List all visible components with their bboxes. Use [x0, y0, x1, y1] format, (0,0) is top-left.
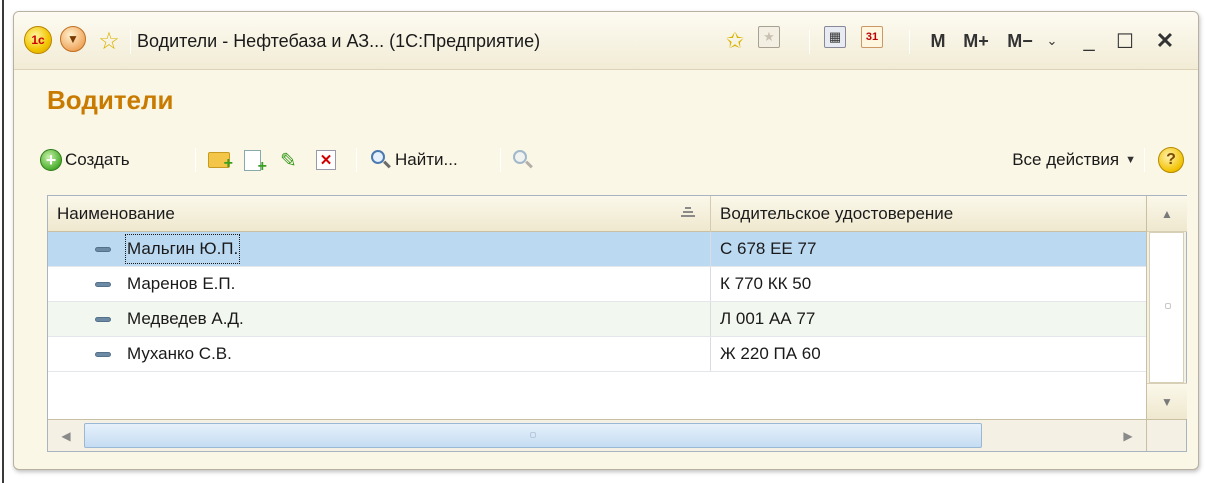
item-icon — [95, 317, 111, 322]
folder-add-icon — [208, 152, 233, 173]
cell-name: Муханко С.В. — [48, 337, 711, 371]
scrollbar-thumb[interactable] — [84, 423, 982, 448]
memory-add-button[interactable]: M+ — [958, 26, 994, 56]
vertical-scrollbar[interactable]: ▲ ▼ — [1146, 196, 1187, 419]
driver-license: Л 001 АА 77 — [720, 309, 816, 328]
scrollbar-corner — [1146, 419, 1186, 451]
favorites-disabled-icon: ★ — [758, 26, 780, 48]
item-icon — [95, 352, 111, 357]
driver-name: Муханко С.В. — [127, 344, 232, 363]
title-separator — [909, 30, 910, 54]
table-row[interactable]: Муханко С.В. Ж 220 ПА 60 — [48, 337, 1146, 372]
delete-icon: ✕ — [316, 150, 336, 170]
toolbar-separator — [500, 148, 501, 172]
command-bar: + Создать ✎ ✕ Найти... Все действия ▼ — [40, 142, 1188, 178]
find-button[interactable]: Найти... — [370, 145, 458, 175]
calendar-icon[interactable]: 31 — [861, 26, 883, 48]
driver-name: Маренов Е.П. — [127, 274, 236, 293]
toolbar-separator — [195, 148, 196, 172]
create-label: Создать — [65, 150, 130, 169]
driver-name: Медведев А.Д. — [127, 309, 244, 328]
scrollbar-thumb[interactable] — [1149, 232, 1184, 383]
main-menu-button[interactable]: ▼ — [60, 26, 86, 52]
help-icon: ? — [1158, 147, 1184, 173]
cancel-search-button — [512, 145, 538, 175]
create-group-button[interactable] — [208, 145, 234, 175]
title-separator — [809, 30, 810, 54]
driver-license: С 678 ЕЕ 77 — [720, 239, 817, 258]
add-to-favorites-icon[interactable]: ✩ — [721, 26, 749, 56]
memory-button[interactable]: M — [927, 26, 949, 56]
find-label: Найти... — [395, 150, 458, 169]
pencil-icon: ✎ — [280, 149, 297, 172]
app-logo-icon[interactable]: 1c — [24, 26, 52, 54]
create-button[interactable]: + Создать — [40, 145, 130, 175]
column-header-label: Наименование — [57, 204, 175, 223]
window-title: Водители - Нефтебаза и АЗ... (1С:Предпри… — [137, 31, 541, 51]
delete-button[interactable]: ✕ — [316, 145, 342, 175]
title-bar: 1c ▼ ☆ Водители - Нефтебаза и АЗ... (1С:… — [14, 12, 1198, 70]
toolbar-separator — [356, 148, 357, 172]
column-header-license[interactable]: Водительское удостоверение — [711, 196, 1146, 232]
all-actions-label: Все действия — [1012, 150, 1120, 169]
cell-name: Мальгин Ю.П. — [48, 232, 711, 266]
driver-license: Ж 220 ПА 60 — [720, 344, 821, 363]
driver-license: К 770 КК 50 — [720, 274, 812, 293]
horizontal-scrollbar[interactable]: ◀ ▶ — [48, 419, 1146, 451]
minimize-button[interactable]: _ — [1076, 26, 1102, 56]
app-window: 1c ▼ ☆ Водители - Нефтебаза и АЗ... (1С:… — [13, 11, 1199, 470]
table-row[interactable]: Мальгин Ю.П. С 678 ЕЕ 77 — [48, 232, 1146, 267]
memory-subtract-button[interactable]: M− — [1002, 26, 1038, 56]
maximize-button[interactable]: ☐ — [1110, 26, 1140, 56]
table-row[interactable]: Медведев А.Д. Л 001 АА 77 — [48, 302, 1146, 337]
chevron-down-icon: ▼ — [1125, 154, 1136, 166]
page-edge-left — [0, 0, 4, 483]
all-actions-menu[interactable]: Все действия ▼ — [1009, 145, 1136, 175]
magnifier-icon — [370, 149, 392, 171]
scroll-right-button[interactable]: ▶ — [1110, 420, 1146, 451]
favorites-star-icon[interactable]: ☆ — [94, 26, 124, 56]
sort-ascending-icon — [681, 207, 695, 221]
copy-icon — [244, 149, 267, 176]
item-icon — [95, 282, 111, 287]
cell-name: Медведев А.Д. — [48, 302, 711, 336]
help-button[interactable]: ? — [1158, 145, 1188, 175]
grip-icon — [1165, 303, 1171, 309]
drivers-table[interactable]: Наименование Водительское удостоверение … — [47, 195, 1187, 452]
chevron-down-icon[interactable]: ⌄ — [1042, 26, 1062, 56]
scroll-left-button[interactable]: ◀ — [48, 420, 84, 451]
calculator-icon[interactable]: ▦ — [824, 26, 846, 48]
table-row[interactable]: Маренов Е.П. К 770 КК 50 — [48, 267, 1146, 302]
plus-circle-icon: + — [40, 149, 62, 171]
grip-icon — [530, 432, 536, 438]
title-separator — [130, 30, 131, 54]
page-edge-top — [0, 0, 1205, 3]
driver-name: Мальгин Ю.П. — [123, 232, 242, 266]
chevron-down-icon: ▼ — [67, 32, 79, 46]
item-icon — [95, 247, 111, 252]
copy-button[interactable] — [244, 145, 270, 176]
scroll-down-button[interactable]: ▼ — [1147, 383, 1187, 419]
close-button[interactable]: ✕ — [1148, 26, 1182, 56]
column-header-name[interactable]: Наименование — [48, 196, 711, 232]
form-title: Водители — [47, 85, 174, 115]
toolbar-separator — [1144, 148, 1145, 172]
table-header: Наименование Водительское удостоверение — [48, 196, 1146, 232]
scroll-up-button[interactable]: ▲ — [1147, 196, 1187, 232]
cancel-search-icon — [512, 149, 534, 171]
edit-button[interactable]: ✎ — [280, 145, 306, 175]
cell-name: Маренов Е.П. — [48, 267, 711, 301]
